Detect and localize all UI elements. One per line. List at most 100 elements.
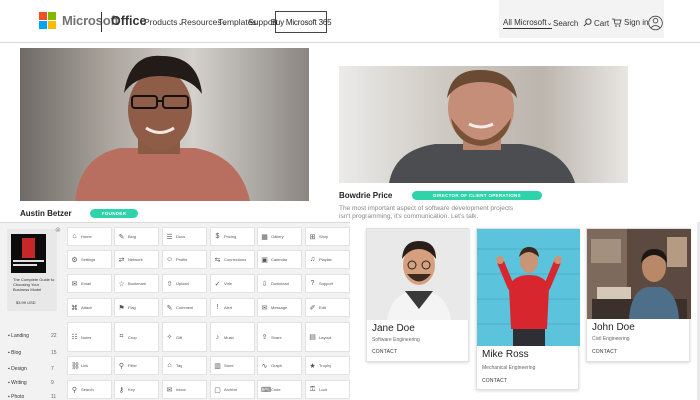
asset-tile-trophy[interactable]: ★ Trophy [305,356,350,375]
person-photo-icon [389,69,575,183]
tile-playlist-icon: ♫ [309,256,316,263]
microsoft-logo-icon[interactable] [39,12,56,29]
asset-tile-tag[interactable]: ⌂ Tag [162,356,207,375]
tile-network-icon: ⇄ [118,256,125,264]
asset-tile-edit[interactable]: ✐ Edit [305,298,350,317]
tile-label: Crop [128,334,137,340]
tile-label: Network [128,257,143,262]
tile-label: Playlist [319,257,332,262]
asset-tile-archive[interactable]: ▢ Archive [210,380,255,399]
contact-button[interactable]: CONTACT [592,349,617,355]
person-photo-icon [75,55,250,201]
sidebar-item-writing[interactable]: ▪ Writing [8,380,27,386]
asset-tile-code[interactable]: ⌨ Code [257,380,302,399]
asset-tile-gift[interactable]: ✧ Gift [162,322,207,352]
asset-tile-crop[interactable]: ⌗ Crop [114,322,159,352]
contact-button[interactable]: CONTACT [482,378,507,384]
asset-tile-pricing[interactable]: $ Pricing [210,227,255,246]
tile-label: Alert [224,305,233,310]
member-name-austin: Austin Betzer [20,209,72,218]
asset-tile-blog[interactable]: ✎ Blog [114,227,159,246]
tile-label: Comment [176,305,194,310]
sidebar-item-count: 9 [51,380,54,386]
close-icon[interactable]: ⊗ [55,226,61,234]
tile-trophy-icon: ★ [309,362,316,370]
sidebar-item-count: 22 [51,333,57,339]
tile-label: Edit [319,305,326,310]
asset-tile-bookmark[interactable]: ☆ Bookmark [114,274,159,293]
tile-label: Archive [224,387,238,392]
tile-label: Home [81,234,92,239]
tile-label: Email [81,281,92,286]
sidebar-item-blog[interactable]: ▪ Blog [8,350,21,356]
asset-tile-notes[interactable]: ☷ Notes [67,322,112,352]
asset-tile-key[interactable]: ⚷ Key [114,380,159,399]
logo-square-yellow [48,21,56,29]
contact-button[interactable]: CONTACT [372,349,397,355]
all-microsoft-menu[interactable]: All Microsoft⌄ [503,18,553,29]
search-button[interactable]: Search [553,18,592,28]
tile-label: Pricing [224,234,237,239]
asset-tile-layout[interactable]: ▤ Layout [305,322,350,352]
sign-in-link[interactable]: Sign in [624,18,648,27]
asset-tile-link[interactable]: ⛓ Link [67,356,112,375]
header-divider [101,12,102,32]
sidebar-item-label: Writing [11,380,27,386]
asset-tile-upload[interactable]: ⇧ Upload [162,274,207,293]
tile-label: Profile [176,257,188,262]
buy-microsoft-365-button[interactable]: Buy Microsoft 365 [271,11,332,33]
asset-tile-shop[interactable]: ⊞ Shop [305,227,350,246]
asset-tile-download[interactable]: ⇩ Download [257,274,302,293]
profile-role: Mechanical Engineering [482,365,536,371]
tile-label: Gift [176,334,183,340]
asset-tile-search[interactable]: ⚲ Search [67,380,112,399]
tile-docs-icon: ☰ [166,233,173,241]
asset-tile-network[interactable]: ⇄ Network [114,250,159,269]
tile-label: Settings [81,257,96,262]
profile-card-john[interactable]: John Doe Civil Engineering CONTACT [586,228,691,362]
asset-tile-filter[interactable]: ⚲ Filter [114,356,159,375]
asset-tile-alert[interactable]: ! Alert [210,298,255,317]
asset-tile-flag[interactable]: ⚑ Flag [114,298,159,317]
nav-products[interactable]: Products⌄ [144,17,183,27]
asset-tile-profile[interactable]: ☺ Profile [162,250,207,269]
tile-gift-icon: ✧ [166,334,173,341]
asset-tile-docs[interactable]: ☰ Docs [162,227,207,246]
tile-message-icon: ✉ [261,304,268,312]
asset-tile-connections[interactable]: ⇆ Connections [210,250,255,269]
asset-tile-attach[interactable]: ⌘ Attach [67,298,112,317]
sidebar-item-design[interactable]: ▪ Design [8,366,27,372]
profile-card-mike[interactable]: Mike Ross Mechanical Engineering CONTACT [476,228,580,390]
asset-tile-inbox[interactable]: ✉ Inbox [162,380,207,399]
asset-tile-playlist[interactable]: ♫ Playlist [305,250,350,269]
asset-tile-vote[interactable]: ✓ Vote [210,274,255,293]
asset-tile-music[interactable]: ♪ Music [210,322,255,352]
asset-tile-settings[interactable]: ⚙ Settings [67,250,112,269]
asset-tile-lock[interactable]: ⚿ Lock [305,380,350,399]
tile-layout-icon: ▤ [309,334,316,341]
asset-tile-support[interactable]: ? Support [305,274,350,293]
asset-tile-share[interactable]: ⇪ Share [257,322,302,352]
cart-button[interactable]: Cart [594,18,622,28]
asset-tile-graph[interactable]: ∿ Graph [257,356,302,375]
sidebar-item-landing[interactable]: ▪ Landing [8,333,29,339]
asset-tile-message[interactable]: ✉ Message [257,298,302,317]
office-link[interactable]: Office [111,14,146,28]
asset-tile-comment[interactable]: ✎ Comment [162,298,207,317]
sidebar-item-photo[interactable]: ▪ Photo [8,394,24,400]
member-name-bowdrie: Bowdrie Price [339,191,393,200]
tile-label: Filter [128,363,137,368]
tile-upload-icon: ⇧ [166,280,173,288]
tile-pricing-icon: $ [215,233,220,240]
logo-square-red [39,12,47,20]
search-icon [583,18,592,27]
asset-tile-email[interactable]: ✉ Email [67,274,112,293]
ebook-cover[interactable] [11,234,46,273]
asset-tile-calendar[interactable]: ▣ Calendar [257,250,302,269]
tile-label: Graph [271,363,283,368]
asset-tile-home[interactable]: ⌂ Home [67,227,112,246]
asset-tile-store[interactable]: ▥ Store [210,356,255,375]
asset-tile-gallery[interactable]: ▦ Gallery [257,227,302,246]
account-avatar-icon[interactable] [648,12,663,34]
profile-card-jane[interactable]: Jane Doe Software Engineering CONTACT [366,228,470,362]
